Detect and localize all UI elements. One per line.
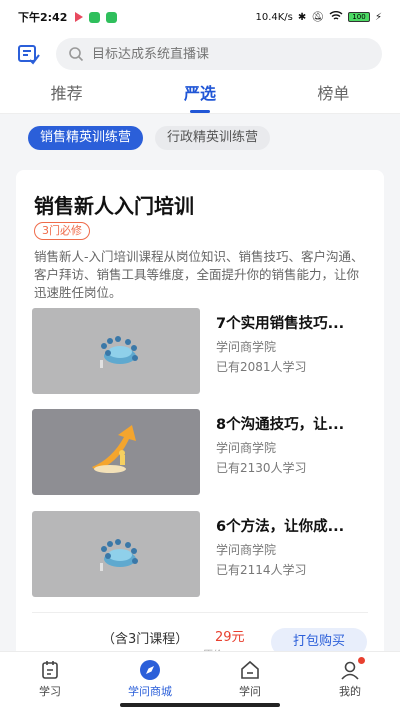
course-school: 学问商学院 xyxy=(216,441,277,455)
chip-sales-camp[interactable]: 销售精英训练营 xyxy=(28,126,144,150)
category-tabs: 推荐 严选 榜单 xyxy=(0,74,400,114)
home-indicator[interactable] xyxy=(120,703,280,707)
home-icon xyxy=(241,660,259,679)
bundle-price: 29元 xyxy=(215,630,245,645)
required-badge: 3门必修 xyxy=(34,222,90,240)
bluetooth-icon: ✱ xyxy=(297,11,307,23)
checklist-icon[interactable] xyxy=(16,41,42,67)
course-thumbnail[interactable] xyxy=(32,511,200,597)
package-description: 销售新人-入门培训课程从岗位知识、销售技巧、客户沟通、客户拜访、销售工具等维度，… xyxy=(34,249,364,300)
compass-icon xyxy=(140,660,160,680)
status-app-icons xyxy=(75,11,118,23)
chip-admin-camp[interactable]: 行政精英训练营 xyxy=(155,126,271,150)
bottom-nav: 学习 学问商城 学问 我的 xyxy=(0,651,400,711)
tab-selected[interactable]: 严选 xyxy=(133,74,266,114)
course-title[interactable]: 8个沟通技巧，让... xyxy=(216,413,366,434)
course-learners: 已有2081人学习 xyxy=(216,360,307,374)
battery-icon: 100 xyxy=(347,12,370,22)
charging-icon: ⚡ xyxy=(374,11,382,23)
search-input[interactable] xyxy=(92,46,370,62)
search-icon xyxy=(68,46,84,62)
course-thumbnail[interactable] xyxy=(32,409,200,495)
video-app-icon xyxy=(75,11,84,22)
mute-icon: 🔕︎ xyxy=(311,11,324,23)
course-learners: 已有2114人学习 xyxy=(216,563,307,577)
notification-dot xyxy=(358,657,365,664)
analytics-illustration-icon xyxy=(100,336,138,368)
course-school: 学问商学院 xyxy=(216,340,277,354)
tab-ranking[interactable]: 榜单 xyxy=(267,74,400,114)
course-learners: 已有2130人学习 xyxy=(216,461,307,475)
nav-mine[interactable]: 我的 xyxy=(300,652,400,711)
course-thumbnail[interactable] xyxy=(32,308,200,394)
message-app-icon xyxy=(106,11,118,23)
course-title[interactable]: 7个实用销售技巧... xyxy=(216,312,366,333)
bundle-label: （含3门课程） xyxy=(102,632,189,647)
chat-app-icon xyxy=(89,11,101,23)
course-school: 学问商学院 xyxy=(216,543,277,557)
nav-study-label: 学习 xyxy=(39,685,61,698)
analytics-illustration-icon xyxy=(100,539,138,571)
course-item[interactable]: 7个实用销售技巧... 学问商学院 已有2081人学习 xyxy=(32,308,372,394)
course-item[interactable]: 8个沟通技巧，让... 学问商学院 已有2130人学习 xyxy=(32,409,372,495)
growth-arrow-illustration-icon xyxy=(92,425,136,473)
search-bar[interactable] xyxy=(56,38,382,70)
tab-recommend[interactable]: 推荐 xyxy=(0,74,133,114)
course-title[interactable]: 6个方法，让你成... xyxy=(216,515,366,536)
study-icon xyxy=(42,661,58,679)
nav-mine-label: 我的 xyxy=(339,685,361,698)
nav-xuewen-label: 学问 xyxy=(239,685,261,698)
nav-mall-label: 学问商城 xyxy=(128,685,172,698)
status-bar: 下午2:42 10.4K/s ✱ 🔕︎ 100 ⚡ xyxy=(0,0,400,34)
network-speed: 10.4K/s xyxy=(255,11,293,23)
nav-study[interactable]: 学习 xyxy=(0,652,100,711)
status-right: 10.4K/s ✱ 🔕︎ 100 ⚡ xyxy=(255,10,382,24)
wifi-icon xyxy=(329,10,343,24)
course-item[interactable]: 6个方法，让你成... 学问商学院 已有2114人学习 xyxy=(32,511,372,597)
package-title: 销售新人入门培训 xyxy=(34,194,194,218)
camp-chips: 销售精英训练营 行政精英训练营 xyxy=(0,114,400,162)
card-divider xyxy=(32,612,368,613)
top-bar xyxy=(0,34,400,74)
status-time: 下午2:42 xyxy=(18,11,68,24)
package-card[interactable]: 销售新人入门培训 3门必修 销售新人-入门培训课程从岗位知识、销售技巧、客户沟通… xyxy=(16,170,384,660)
